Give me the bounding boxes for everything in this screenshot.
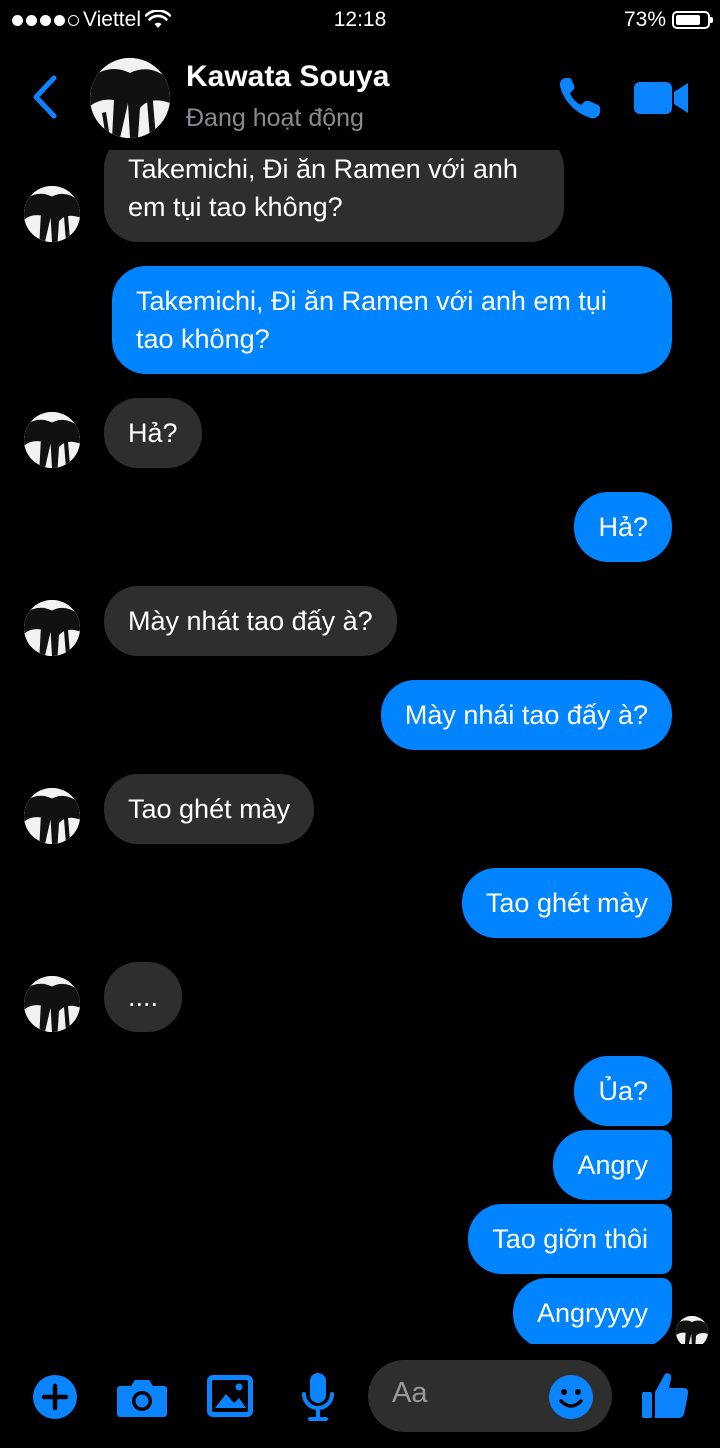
avatar[interactable] — [90, 58, 170, 138]
message-input-placeholder: Aa — [392, 1377, 428, 1409]
battery-icon — [672, 11, 713, 29]
avatar[interactable] — [24, 788, 80, 844]
battery-percent: 73% — [623, 8, 666, 31]
message-received[interactable]: Tao ghét mày — [104, 774, 315, 844]
emoji-icon[interactable] — [548, 1374, 594, 1420]
message-list[interactable]: Takemichi, Đi ăn Ramen với anh em tụi ta… — [0, 150, 720, 1344]
seen-avatar — [676, 1316, 708, 1344]
message-received[interactable]: Mày nhát tao đấy à? — [104, 586, 397, 656]
active-status: Đang hoạt động — [186, 104, 364, 132]
battery-group: 73% — [623, 8, 713, 32]
avatar[interactable] — [24, 600, 80, 656]
avatar[interactable] — [24, 976, 80, 1032]
camera-icon[interactable] — [116, 1376, 168, 1418]
plus-icon[interactable] — [32, 1374, 78, 1420]
clock: 12:18 — [333, 8, 387, 31]
message-received[interactable]: Takemichi, Đi ăn Ramen với anh em tụi ta… — [104, 150, 564, 242]
message-received[interactable]: Hả? — [104, 398, 202, 468]
message-sent[interactable]: Angry — [553, 1130, 672, 1200]
chat-header: Kawata Souya Đang hoạt động — [0, 52, 720, 142]
message-sent[interactable]: Angryyyy — [512, 1278, 672, 1344]
video-call-icon[interactable] — [634, 78, 690, 118]
message-sent[interactable]: Tao ghét mày — [461, 868, 672, 938]
avatar[interactable] — [24, 186, 80, 242]
microphone-icon[interactable] — [300, 1372, 336, 1422]
phone-call-icon[interactable] — [556, 74, 604, 122]
message-sent[interactable]: Ủa? — [574, 1056, 672, 1126]
status-bar: Viettel 12:18 73% — [0, 0, 720, 40]
message-received[interactable]: .... — [104, 962, 183, 1032]
avatar[interactable] — [24, 412, 80, 468]
image-icon[interactable] — [206, 1374, 254, 1418]
back-arrow-icon[interactable] — [28, 72, 62, 122]
composer-bar: Aa — [0, 1344, 720, 1448]
message-sent[interactable]: Tao giỡn thôi — [468, 1204, 672, 1274]
message-sent[interactable]: Takemichi, Đi ăn Ramen với anh em tụi ta… — [112, 266, 672, 374]
contact-name[interactable]: Kawata Souya — [186, 60, 389, 94]
message-sent[interactable]: Mày nhái tao đấy à? — [380, 680, 672, 750]
thumbs-up-icon[interactable] — [640, 1370, 690, 1420]
message-sent[interactable]: Hả? — [574, 492, 672, 562]
